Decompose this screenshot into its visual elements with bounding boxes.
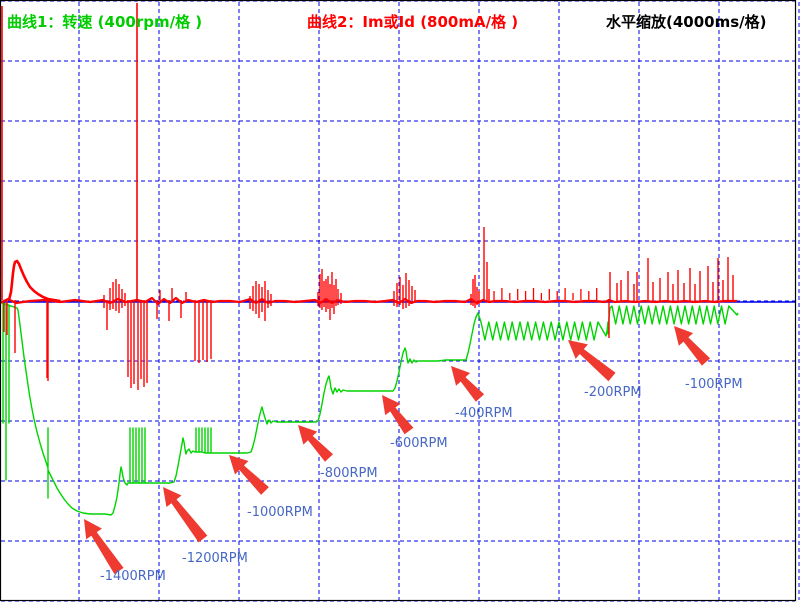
annotation-arrow: [298, 425, 334, 462]
annotation-label: -600RPM: [390, 436, 448, 451]
annotation-label: -100RPM: [685, 377, 743, 392]
annotation-arrow: [229, 455, 269, 495]
curve2-title: 曲线2：Im或Id (800mA/格 ): [307, 13, 519, 31]
annotation-arrow: [382, 395, 414, 435]
annotation-label: -200RPM: [584, 385, 642, 400]
annotation-label: -400RPM: [455, 406, 513, 421]
annotation-label: -800RPM: [320, 466, 378, 481]
annotation-label: -1200RPM: [182, 551, 248, 566]
current-trace: [7, 259, 61, 303]
oscilloscope-canvas: -1400RPM -1200RPM -1000RPM -800RPM -600RPM -4…: [0, 0, 804, 603]
curve1-title: 曲线1：转速 (400rpm/格 ): [7, 13, 203, 31]
scope-plot: -1400RPM -1200RPM -1000RPM -800RPM -600RPM -4…: [0, 0, 800, 602]
speed-trace: [0, 301, 739, 516]
annotation-label: -1000RPM: [247, 505, 313, 520]
annotation-arrow: [163, 487, 208, 543]
annotation-arrow: [84, 519, 124, 575]
horizontal-zoom-title: 水平缩放(4000ms/格): [606, 13, 767, 31]
annotation-arrow: [674, 326, 711, 366]
annotation-label: -1400RPM: [100, 569, 166, 584]
